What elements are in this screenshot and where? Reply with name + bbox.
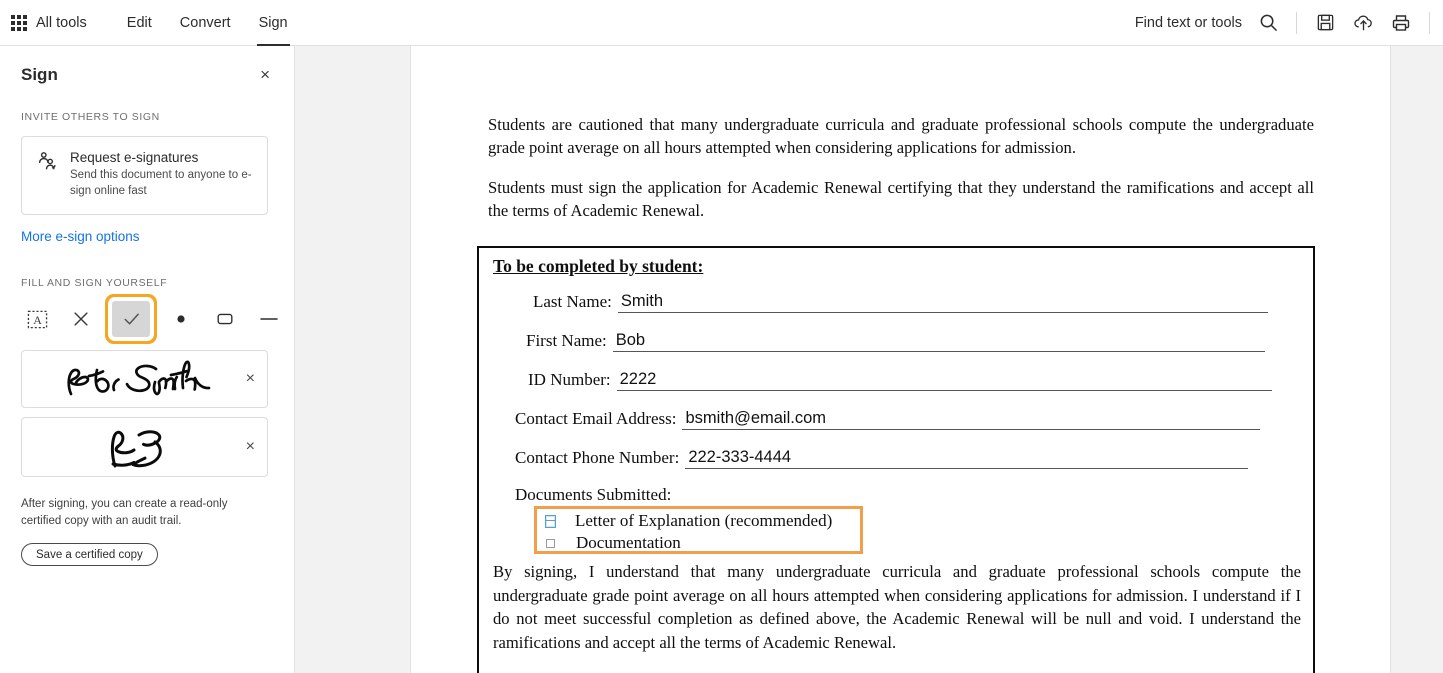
field-underline: Bob bbox=[613, 329, 1265, 352]
find-label: Find text or tools bbox=[1135, 15, 1242, 31]
nav-edit[interactable]: Edit bbox=[113, 0, 166, 46]
page-title: Sign bbox=[21, 65, 58, 85]
delete-signature-icon[interactable]: × bbox=[246, 371, 255, 387]
field-value: 2222 bbox=[620, 370, 657, 389]
rectangle-tool[interactable] bbox=[206, 301, 244, 337]
document-paragraph-2: Students must sign the application for A… bbox=[488, 177, 1314, 223]
field-underline: bsmith@email.com bbox=[682, 407, 1260, 430]
student-form-box: To be completed by student: Last Name: S… bbox=[477, 246, 1315, 673]
divider bbox=[1296, 12, 1297, 34]
save-certified-copy-button[interactable]: Save a certified copy bbox=[21, 543, 158, 566]
saved-signature-full[interactable]: × bbox=[21, 350, 268, 408]
top-toolbar: All tools Edit Convert Sign Find text or… bbox=[0, 0, 1443, 46]
print-icon[interactable] bbox=[1382, 0, 1420, 46]
form-title: To be completed by student: bbox=[493, 256, 703, 277]
checkbox-label: Letter of Explanation (recommended) bbox=[575, 511, 832, 531]
document-paragraph-1: Students are cautioned that many undergr… bbox=[488, 114, 1314, 160]
cloud-upload-icon[interactable] bbox=[1344, 0, 1382, 46]
checkbox-label: Documentation bbox=[576, 533, 681, 553]
nav-convert[interactable]: Convert bbox=[166, 0, 245, 46]
line-tool[interactable] bbox=[250, 301, 288, 337]
dot-tool[interactable] bbox=[162, 301, 200, 337]
sign-sidebar: Sign × INVITE OTHERS TO SIGN Request e-s… bbox=[0, 46, 295, 673]
field-label: Contact Email Address: bbox=[515, 409, 676, 430]
field-value: bsmith@email.com bbox=[685, 409, 826, 428]
field-label: ID Number: bbox=[528, 370, 611, 391]
check-mark-tool[interactable] bbox=[112, 301, 150, 337]
field-last-name[interactable]: Last Name: Smith bbox=[533, 290, 1268, 313]
documents-submitted-label: Documents Submitted: bbox=[515, 485, 671, 505]
close-icon[interactable]: × bbox=[256, 64, 274, 85]
field-contact-phone[interactable]: Contact Phone Number: 222-333-4444 bbox=[515, 446, 1248, 469]
field-underline: 222-333-4444 bbox=[685, 446, 1248, 469]
checkbox-icon[interactable] bbox=[545, 515, 556, 528]
cross-mark-tool[interactable] bbox=[62, 301, 100, 337]
field-value: Smith bbox=[621, 292, 663, 311]
field-label: First Name: bbox=[526, 331, 607, 352]
card-subtitle: Send this document to anyone to e-sign o… bbox=[70, 168, 253, 199]
text-field-tool[interactable]: A bbox=[18, 301, 56, 337]
consent-paragraph: By signing, I understand that many under… bbox=[493, 560, 1301, 654]
fill-section-label: FILL AND SIGN YOURSELF bbox=[0, 277, 294, 289]
field-first-name[interactable]: First Name: Bob bbox=[526, 329, 1265, 352]
field-contact-email[interactable]: Contact Email Address: bsmith@email.com bbox=[515, 407, 1260, 430]
checkbox-letter-of-explanation[interactable]: Letter of Explanation (recommended) bbox=[545, 511, 832, 531]
field-value: 222-333-4444 bbox=[688, 448, 791, 467]
pdf-page: Students are cautioned that many undergr… bbox=[410, 46, 1390, 673]
checkbox-icon[interactable] bbox=[546, 539, 555, 548]
field-label: Contact Phone Number: bbox=[515, 448, 679, 469]
invite-section-label: INVITE OTHERS TO SIGN bbox=[0, 111, 294, 123]
saved-initials[interactable]: × bbox=[21, 417, 268, 477]
field-id-number[interactable]: ID Number: 2222 bbox=[528, 368, 1272, 391]
fill-tools-row: A bbox=[18, 297, 294, 341]
field-value: Bob bbox=[616, 331, 645, 350]
certified-copy-note: After signing, you can create a read-onl… bbox=[21, 496, 264, 529]
field-label: Last Name: bbox=[533, 292, 612, 313]
nav-all-tools[interactable]: All tools bbox=[36, 0, 113, 46]
right-rail bbox=[1390, 46, 1443, 673]
top-nav-right: Find text or tools bbox=[1135, 0, 1443, 45]
card-title: Request e-signatures bbox=[70, 150, 253, 165]
request-esignatures-text: Request e-signatures Send this document … bbox=[70, 150, 253, 199]
document-viewport[interactable]: Students are cautioned that many undergr… bbox=[296, 46, 1390, 673]
svg-text:A: A bbox=[33, 312, 42, 326]
search-icon[interactable] bbox=[1249, 0, 1287, 46]
nav-sign[interactable]: Sign bbox=[245, 0, 302, 46]
divider bbox=[1429, 12, 1430, 34]
all-tools-grid-icon[interactable] bbox=[11, 15, 27, 31]
people-signature-icon bbox=[36, 150, 58, 199]
save-icon[interactable] bbox=[1306, 0, 1344, 46]
request-esignatures-card[interactable]: Request e-signatures Send this document … bbox=[21, 136, 268, 215]
field-underline: Smith bbox=[618, 290, 1268, 313]
field-underline: 2222 bbox=[617, 368, 1272, 391]
delete-signature-icon[interactable]: × bbox=[246, 439, 255, 455]
more-esign-options-link[interactable]: More e-sign options bbox=[21, 229, 140, 244]
top-nav-left: All tools Edit Convert Sign bbox=[0, 0, 302, 45]
checkbox-documentation[interactable]: Documentation bbox=[545, 533, 681, 553]
checkbox-highlight-group: Letter of Explanation (recommended) Docu… bbox=[534, 506, 863, 554]
sidebar-header: Sign × bbox=[0, 46, 294, 85]
